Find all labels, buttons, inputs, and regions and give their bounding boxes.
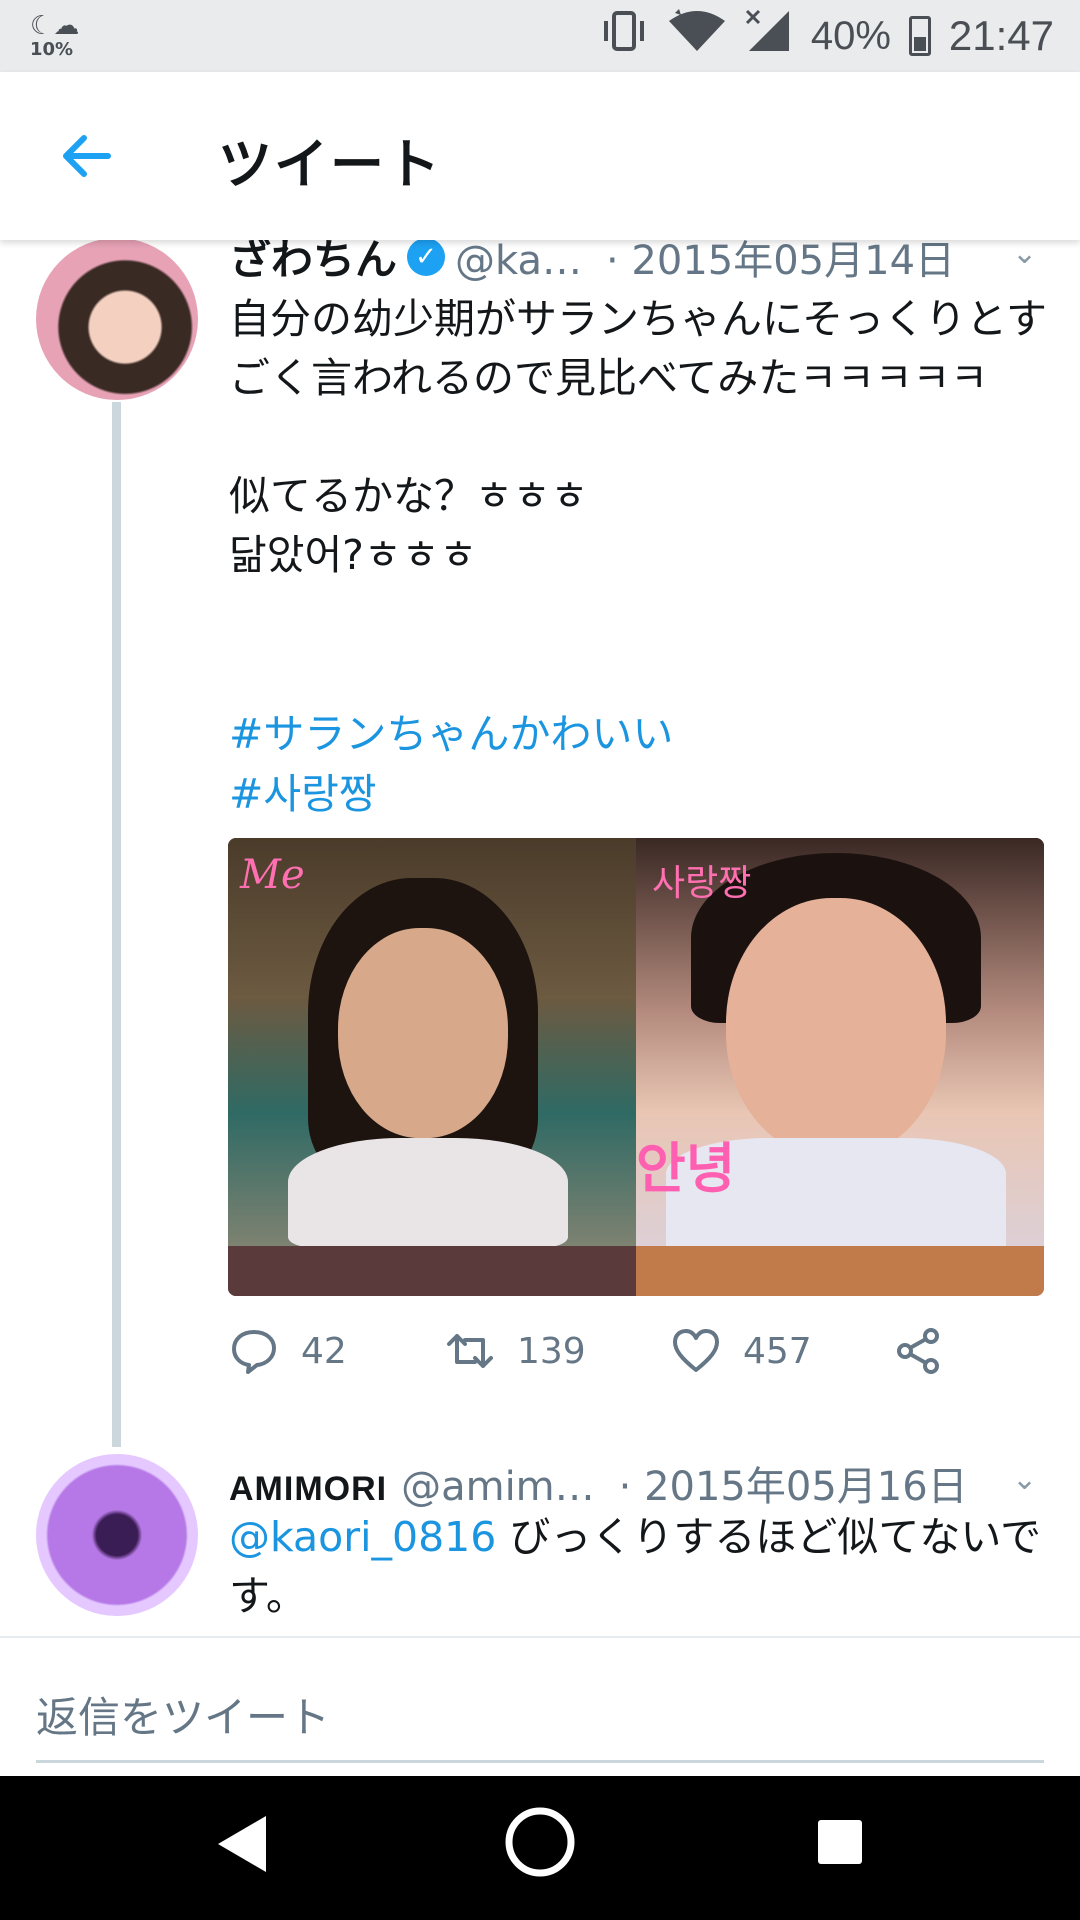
back-triangle-icon[interactable] [214, 1812, 270, 1880]
chevron-down-icon[interactable]: ⌄ [1012, 1462, 1037, 1497]
moon-cloud-icon: ☾☁ [30, 11, 80, 41]
battery-icon [908, 16, 931, 56]
battery-percent: 40% [810, 13, 891, 58]
photo-label: 사랑짱 [652, 863, 752, 904]
reply-composer: 返信をツイート [0, 1636, 1080, 1776]
reply-icon [232, 1330, 276, 1374]
status-bar: ☾☁ 10% 40% 21:47 [0, 0, 1080, 72]
retweet-button[interactable]: 139 [445, 1326, 586, 1376]
navigation-bar [0, 1776, 1080, 1920]
avatar[interactable] [36, 1454, 198, 1616]
app-header: ツイート [0, 72, 1080, 240]
user-handle[interactable]: @amim… [401, 1464, 595, 1510]
clock: 21:47 [948, 12, 1054, 59]
verified-badge-icon: ✓ [407, 237, 446, 276]
tweet-date: · 2015年05月16日 [618, 1464, 968, 1510]
vibrate-icon [599, 9, 649, 63]
reply-input[interactable]: 返信をツイート [36, 1684, 330, 1745]
like-button[interactable]: 457 [671, 1326, 812, 1376]
retweet-icon [447, 1334, 493, 1368]
tweet-actions: 42 139 457 [229, 1326, 989, 1386]
tweet-image[interactable]: Me 사랑짱 안녕 [228, 838, 1044, 1296]
tweet-header: AMIMORI @amim… · 2015年05月16日 [229, 1454, 968, 1512]
photo-left: Me [228, 838, 636, 1296]
hashtag-link[interactable]: #サランちゃんかわいい [229, 700, 673, 760]
home-circle-icon[interactable] [504, 1806, 576, 1882]
weather-percent: 10% [30, 39, 74, 60]
share-button[interactable] [893, 1326, 943, 1376]
reply-count: 42 [301, 1330, 347, 1372]
back-arrow-icon[interactable] [58, 128, 114, 184]
cell-signal-icon [745, 9, 793, 63]
tweet-body: @kaori_0816 びっくりするほど似てないです。 [229, 1508, 1049, 1626]
heart-icon [673, 1329, 719, 1372]
recents-square-icon[interactable] [816, 1818, 864, 1870]
weather-indicator: ☾☁ 10% [30, 13, 79, 59]
avatar[interactable] [36, 238, 198, 400]
photo-right: 사랑짱 안녕 [636, 838, 1044, 1296]
share-icon [897, 1328, 939, 1374]
like-count: 457 [743, 1330, 812, 1372]
retweet-count: 139 [517, 1330, 586, 1372]
photo-label: 안녕 [636, 1137, 736, 1200]
user-handle[interactable]: @ka… [455, 238, 582, 284]
reply-button[interactable]: 42 [229, 1326, 347, 1376]
photo-label: Me [240, 852, 305, 898]
user-name[interactable]: AMIMORI [229, 1470, 387, 1509]
thread-connector [112, 402, 121, 1447]
tweet-body: 自分の幼少期がサランちゃんにそっくりとすごく言われるので見比べてみたㅋㅋㅋㅋㅋ … [229, 295, 1047, 579]
hashtag-link[interactable]: #사랑짱 [229, 760, 377, 820]
wifi-icon [667, 9, 727, 63]
chevron-down-icon[interactable]: ⌄ [1012, 236, 1037, 271]
input-underline [36, 1760, 1044, 1763]
page-title: ツイート [218, 133, 442, 196]
mention-link[interactable]: @kaori_0816 [229, 1513, 496, 1561]
